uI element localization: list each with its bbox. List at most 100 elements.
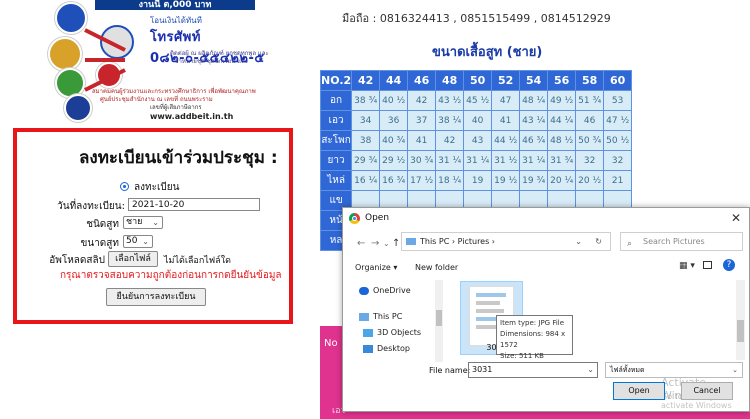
size-column-header: 42 xyxy=(351,70,381,91)
chevron-down-icon: ⌄ xyxy=(142,237,149,246)
refresh-icon[interactable]: ↻ xyxy=(595,233,602,250)
size-column-header: 60 xyxy=(603,70,633,91)
measure-cell: 42 xyxy=(435,130,465,151)
size-chart-row: เอว 34 36 37 38 ¼ 40 41 43 ¼ 44 ¼ 46 47 ½ xyxy=(319,110,633,131)
search-placeholder: Search Pictures xyxy=(643,237,705,246)
size-chart-row: สะโพก 38 40 ¾ 41 42 43 44 ½ 46 ¾ 48 ½ 50 ¾ 50 ½ xyxy=(319,130,633,151)
chrome-icon xyxy=(349,213,360,224)
file-name-label: File name: xyxy=(429,366,471,375)
pc-icon xyxy=(359,313,369,321)
size-column-header: 48 xyxy=(435,70,465,91)
chevron-down-icon[interactable]: ⌄ xyxy=(587,363,594,377)
measure-cell: 38 ¼ xyxy=(435,110,465,131)
suit-size-select[interactable]: 50 ⌄ xyxy=(123,235,153,248)
tree-item-desktop[interactable]: Desktop xyxy=(359,342,410,356)
view-options-icon[interactable]: ▦ ▾ xyxy=(679,261,695,271)
tree-item-onedrive[interactable]: OneDrive xyxy=(355,284,411,298)
suit-type-value: ชาย xyxy=(126,217,143,227)
measure-cell: 40 ¾ xyxy=(379,130,409,151)
banner-website[interactable]: www.addbeit.in.th xyxy=(150,112,233,121)
measure-label: ยาว xyxy=(319,150,353,171)
measure-cell: 50 ½ xyxy=(603,130,633,151)
size-column-header: 56 xyxy=(547,70,577,91)
logo-emblem-2 xyxy=(48,37,82,71)
measure-cell: 43 xyxy=(463,130,493,151)
measure-cell: 19 xyxy=(463,170,493,191)
form-title: ลงทะเบียนเข้าร่วมประชุม : xyxy=(79,148,278,168)
size-chart-row: ไหล่ 16 ¼ 16 ¾ 17 ½ 18 ¼ 19 19 ½ 19 ¾ 20 ¼ 20 ½ 21 xyxy=(319,170,633,191)
tree-item-this-pc[interactable]: This PC xyxy=(355,310,402,324)
register-radio[interactable] xyxy=(120,182,129,191)
new-folder-button[interactable]: New folder xyxy=(415,263,458,272)
register-radio-label: ลงทะเบียน xyxy=(134,182,180,193)
choose-file-button[interactable]: เลือกไฟล์ xyxy=(108,251,158,267)
up-arrow-icon[interactable]: ↑ xyxy=(392,238,400,249)
measure-label: อก xyxy=(319,90,353,111)
measure-cell: 20 ½ xyxy=(575,170,605,191)
measure-cell: 19 ½ xyxy=(491,170,521,191)
scroll-thumb[interactable] xyxy=(737,320,744,342)
submit-registration-button[interactable]: ยืนยันการลงทะเบียน xyxy=(106,288,206,306)
measure-cell: 21 xyxy=(603,170,633,191)
address-path: This PC › Pictures › xyxy=(420,237,496,246)
banner-phone: โทรศัพท์ 0๘๒-๐-๕๕๔๒๒-๕ xyxy=(150,30,265,66)
cancel-button[interactable]: Cancel xyxy=(681,382,733,400)
banner-phone-sub-2: จำหน่ายชุด ชุดนักเรียน และ xyxy=(175,58,248,65)
scroll-thumb[interactable] xyxy=(436,310,442,326)
measure-cell: 29 ¾ xyxy=(351,150,381,171)
file-name-input[interactable]: 3031 ⌄ xyxy=(468,362,598,378)
measure-label: ไหล่ xyxy=(319,170,353,191)
pc-icon xyxy=(406,238,416,245)
size-column-header: 52 xyxy=(491,70,521,91)
measure-cell: 31 ½ xyxy=(491,150,521,171)
size-column-header: 44 xyxy=(379,70,409,91)
measure-cell: 49 ½ xyxy=(547,90,577,111)
measure-cell: 31 ¾ xyxy=(547,150,577,171)
help-icon[interactable]: ? xyxy=(723,259,735,271)
suit-type-select[interactable]: ชาย ⌄ xyxy=(123,216,163,229)
measure-cell: 47 ½ xyxy=(603,110,633,131)
measure-cell: 47 xyxy=(491,90,521,111)
size-chart-row: อก 38 ¾ 40 ½ 42 43 ½ 45 ½ 47 48 ¼ 49 ½ 51 ¾ 53 xyxy=(319,90,633,111)
measure-cell: 51 ¾ xyxy=(575,90,605,111)
contact-phones: มือถือ : 0816324413 , 0851515499 , 08145… xyxy=(342,12,611,25)
preview-pane-icon[interactable] xyxy=(703,261,712,269)
date-label: วันที่ลงทะเบียน: xyxy=(57,201,125,212)
open-file-dialog: Open ✕ ← → ⌄ ↑ This PC › Pictures › ⌄ ↻ … xyxy=(342,207,750,412)
pink-header-label: No xyxy=(324,338,338,349)
tree-item-3d-objects[interactable]: 3D Objects xyxy=(359,326,421,340)
measure-label: เอว xyxy=(319,110,353,131)
desktop-icon xyxy=(363,345,373,353)
suit-size-value: 50 xyxy=(126,236,138,246)
size-column-header: 50 xyxy=(463,70,493,91)
tooltip-size: Size: 511 KB xyxy=(500,352,544,360)
back-arrow-icon[interactable]: ← xyxy=(357,238,365,249)
size-chart-corner: NO.2 xyxy=(319,70,353,91)
registration-form: ลงทะเบียนเข้าร่วมประชุม : ลงทะเบียน วันท… xyxy=(13,128,293,324)
search-input[interactable]: ⌕ Search Pictures xyxy=(620,232,743,251)
banner-top-strip: งานนี้ ต,000 บาท xyxy=(95,0,255,10)
measure-cell: 48 ¼ xyxy=(519,90,549,111)
measure-cell: 17 ½ xyxy=(407,170,437,191)
close-icon[interactable]: ✕ xyxy=(731,211,741,225)
measure-cell: 38 xyxy=(351,130,381,151)
measure-cell: 30 ¾ xyxy=(407,150,437,171)
address-bar[interactable]: This PC › Pictures › ⌄ ↻ xyxy=(401,232,611,251)
measure-cell: 32 xyxy=(603,150,633,171)
recent-dropdown-icon[interactable]: ⌄ xyxy=(383,239,390,248)
size-chart-title: ขนาดเสื้อสูท (ชาย) xyxy=(432,45,543,60)
open-button[interactable]: Open xyxy=(613,382,665,400)
nav-scrollbar[interactable] xyxy=(435,280,443,362)
measure-cell: 40 ½ xyxy=(379,90,409,111)
file-name-value: 3031 xyxy=(472,365,493,374)
file-list-scrollbar[interactable] xyxy=(736,280,745,360)
file-type-value: ไฟล์ทั้งหมด xyxy=(610,366,645,374)
organize-menu[interactable]: Organize ▾ xyxy=(355,263,397,272)
chevron-down-icon[interactable]: ⌄ xyxy=(575,233,582,250)
date-input[interactable]: 2021-10-20 xyxy=(128,198,260,211)
forward-arrow-icon[interactable]: → xyxy=(371,238,379,249)
measure-cell: 31 ¼ xyxy=(463,150,493,171)
size-column-header: 58 xyxy=(575,70,605,91)
measure-cell: 53 xyxy=(603,90,633,111)
measure-cell: 31 ¼ xyxy=(519,150,549,171)
